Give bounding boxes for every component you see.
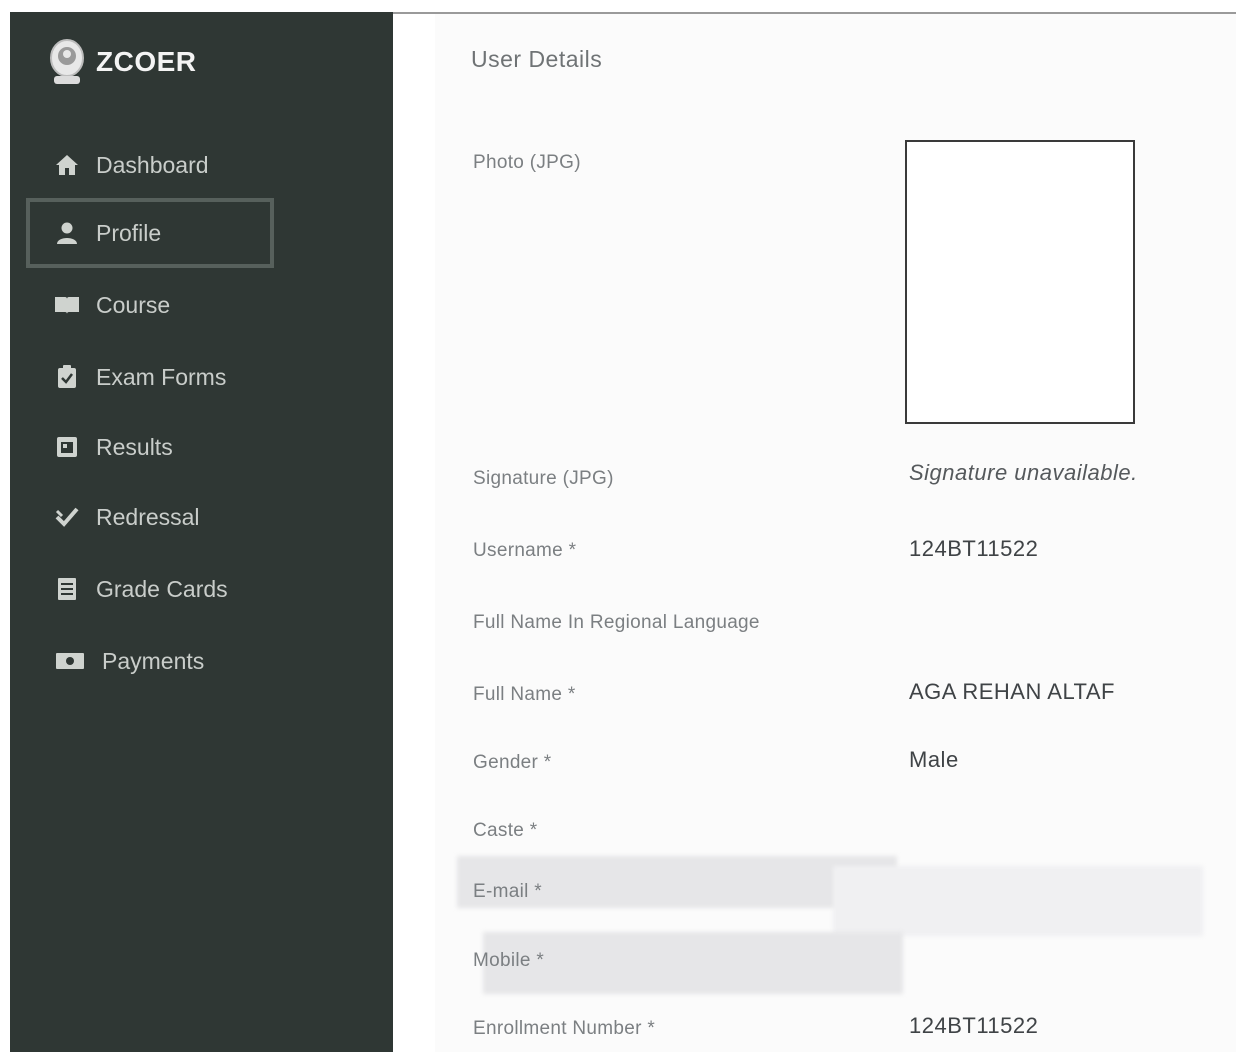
sidebar-item-label: Grade Cards: [96, 575, 228, 602]
enrollment-label: Enrollment Number *: [473, 1018, 656, 1039]
redacted-area: [833, 866, 1203, 936]
signature-value: Signature unavailable.: [909, 460, 1138, 485]
section-title: User Details: [471, 46, 603, 72]
mobile-label: Mobile *: [473, 950, 545, 971]
sidebar-item-grade-cards[interactable]: Grade Cards: [26, 554, 274, 624]
signature-label: Signature (JPG): [473, 468, 614, 489]
sidebar-item-profile[interactable]: Profile: [26, 198, 274, 268]
home-icon: [54, 152, 80, 178]
gender-value: Male: [909, 747, 959, 772]
sidebar-item-label: Results: [96, 433, 173, 460]
page: ZCOER Dashboard Profile Course Exam Form: [0, 0, 1236, 1052]
full-name-label: Full Name *: [473, 684, 576, 705]
redacted-area: [483, 932, 903, 994]
sidebar-item-results[interactable]: Results: [26, 412, 274, 482]
sidebar-item-redressal[interactable]: Redressal: [26, 482, 274, 552]
money-icon: [54, 648, 86, 674]
book-icon: [54, 292, 80, 318]
sidebar-item-label: Redressal: [96, 503, 200, 530]
brand[interactable]: ZCOER: [48, 36, 197, 88]
calendar-icon: [54, 434, 80, 460]
enrollment-value: 124BT11522: [909, 1013, 1039, 1038]
sidebar: ZCOER Dashboard Profile Course Exam Form: [10, 12, 393, 1052]
brand-name: ZCOER: [96, 46, 197, 77]
sidebar-item-label: Payments: [102, 647, 205, 674]
photo-preview: [905, 140, 1135, 424]
college-emblem-icon: [48, 36, 86, 88]
username-label: Username *: [473, 540, 577, 561]
email-label: E-mail *: [473, 881, 542, 902]
gender-label: Gender *: [473, 752, 552, 773]
sidebar-item-course[interactable]: Course: [26, 270, 274, 340]
username-value: 124BT11522: [909, 536, 1039, 561]
full-name-value: AGA REHAN ALTAF: [909, 679, 1115, 704]
regional-name-label: Full Name In Regional Language: [473, 612, 760, 633]
main-panel: User Details Photo (JPG) Signature (JPG)…: [393, 12, 1236, 1052]
sidebar-item-payments[interactable]: Payments: [26, 626, 274, 696]
sidebar-item-label: Dashboard: [96, 151, 209, 178]
sidebar-item-label: Exam Forms: [96, 363, 227, 390]
sidebar-item-dashboard[interactable]: Dashboard: [26, 130, 274, 200]
sidebar-item-label: Profile: [96, 219, 162, 246]
check-icon: [54, 504, 80, 530]
sidebar-item-label: Course: [96, 291, 171, 318]
user-icon: [54, 220, 80, 246]
caste-label: Caste *: [473, 820, 538, 841]
list-icon: [54, 576, 80, 602]
photo-label: Photo (JPG): [473, 152, 581, 173]
clipboard-icon: [54, 364, 80, 390]
sidebar-item-exam-forms[interactable]: Exam Forms: [26, 342, 274, 412]
